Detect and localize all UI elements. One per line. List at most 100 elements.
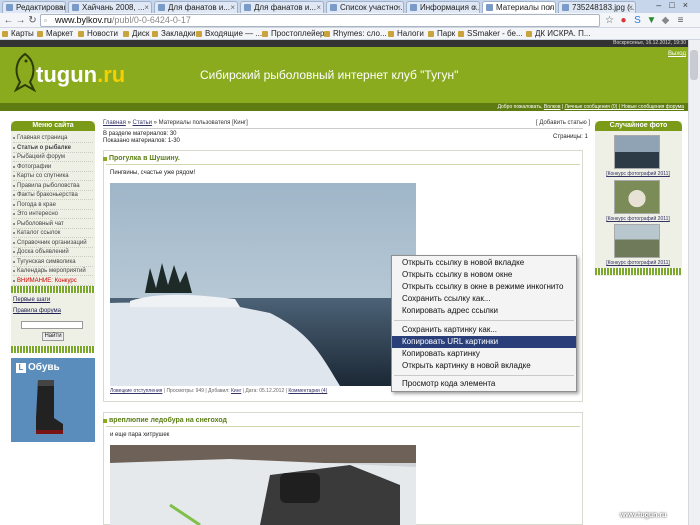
sidebar-menu-item[interactable]: Главная страница (13, 134, 93, 143)
bookmark-item[interactable]: Новости (78, 28, 118, 40)
sidebar-menu-item[interactable]: Справочник организаций (13, 239, 93, 248)
random-photo-heading: Случайное фото (595, 121, 682, 131)
forward-icon[interactable]: → (15, 15, 26, 26)
sidebar-menu-item[interactable]: ВНИМАНИЕ: Конкурс (13, 277, 93, 286)
breadcrumb-home[interactable]: Главная (103, 120, 126, 126)
browser-tab[interactable]: Хайчань 2008, ... × (68, 1, 152, 13)
ctx-open-link-incognito[interactable]: Открыть ссылку в окне в режиме инкогнито (392, 281, 576, 293)
sidebar-menu-item[interactable]: Каталог ссылок (13, 229, 93, 238)
bookmark-item[interactable]: Диск (123, 28, 149, 40)
article-title[interactable]: вреплюпие ледобура на снегоход (103, 417, 227, 424)
bookmark-item[interactable]: Налоги (388, 28, 424, 40)
page-scrollbar[interactable] (688, 40, 700, 525)
author-link[interactable]: Кинг (231, 388, 241, 394)
sidebar-menu-item[interactable]: Доска объявлений (13, 248, 93, 257)
article-photo[interactable] (110, 445, 416, 525)
photo-thumbnail[interactable] (614, 224, 660, 258)
bookmark-item[interactable]: ДК ИСКРА. П... (526, 28, 591, 40)
sidebar-menu-item[interactable]: Карты со спутника (13, 172, 93, 181)
ctx-open-image-new-tab[interactable]: Открыть картинку в новой вкладке (392, 360, 576, 372)
bookmark-item[interactable]: Закладки (152, 28, 196, 40)
reload-icon[interactable]: ↻ (27, 15, 38, 26)
browser-tab[interactable]: Для фанатов и... × (240, 1, 324, 13)
logout-link[interactable]: Выход (668, 51, 686, 57)
skype-icon[interactable]: S (632, 15, 643, 26)
bookmark-item[interactable]: Парк (428, 28, 455, 40)
browser-tab[interactable]: Список участно... × (326, 1, 404, 13)
user-link[interactable]: Волков (544, 104, 561, 110)
category-link[interactable]: Ловецкие отступления (110, 388, 162, 394)
minimize-icon[interactable]: – (656, 0, 669, 10)
sidebar-menu-item[interactable]: Это интересно (13, 210, 93, 219)
search-input[interactable] (21, 321, 83, 329)
sidebar-menu-item[interactable]: Тугунская символика (13, 258, 93, 267)
photo-thumbnail[interactable] (614, 180, 660, 214)
close-icon[interactable]: × (316, 2, 321, 13)
first-steps-link[interactable]: Первые шаги (13, 297, 50, 303)
close-icon[interactable]: × (58, 2, 63, 13)
messages-links[interactable]: Личные сообщения (0) | Новые сообщения ф… (565, 104, 684, 110)
extension-icon[interactable]: ◆ (660, 15, 671, 26)
window-close-icon[interactable]: × (683, 0, 696, 10)
forum-rules-link[interactable]: Правила форума (13, 308, 61, 314)
ctx-copy-image-url[interactable]: Копировать URL картинки (392, 336, 576, 348)
close-icon[interactable]: × (548, 2, 553, 13)
download-icon[interactable]: ▼ (646, 15, 657, 26)
site-logo[interactable]: tugun.ru (36, 62, 125, 88)
bookmark-item[interactable]: SSmaker - бе... (458, 28, 523, 40)
close-icon[interactable]: × (230, 2, 235, 13)
sidebar-menu-item[interactable]: Рыболовный чат (13, 220, 93, 229)
ctx-open-link-new-window[interactable]: Открыть ссылку в новом окне (392, 269, 576, 281)
ctx-save-image-as[interactable]: Сохранить картинку как... (392, 324, 576, 336)
bookmark-item[interactable]: Rhymes: сло... (324, 28, 387, 40)
bookmark-item[interactable]: Карты (2, 28, 34, 40)
sidebar-menu-item[interactable]: Погода в крае (13, 201, 93, 210)
comments-link[interactable]: Комментарии (4) (288, 388, 327, 394)
ctx-copy-link-address[interactable]: Копировать адрес ссылки (392, 305, 576, 317)
wrench-icon[interactable]: ≡ (675, 15, 686, 26)
browser-tab[interactable]: 735248183.jpg (... × (558, 1, 636, 13)
back-icon[interactable]: ← (3, 15, 14, 26)
close-icon[interactable]: × (628, 2, 633, 13)
sidebar-menu-item[interactable]: Правила рыболовства (13, 182, 93, 191)
sidebar-menu-item[interactable]: Рыбацкий форум (13, 153, 93, 162)
thumbnail-caption[interactable]: [Конкурс фотографий 2011] (598, 260, 678, 266)
ctx-copy-image[interactable]: Копировать картинку (392, 348, 576, 360)
current-date: Воскресенье, 16.12.2012, 19:30 (613, 40, 686, 46)
maximize-icon[interactable]: □ (669, 0, 682, 10)
scrollbar-thumb[interactable] (690, 50, 698, 80)
bookmark-item[interactable]: Входящие — ... (196, 28, 262, 40)
search-button[interactable]: Найти (42, 332, 64, 341)
photo-thumbnail[interactable] (614, 135, 660, 169)
sidebar-menu-item[interactable]: Календарь мероприятий (13, 267, 93, 276)
browser-tab-active[interactable]: Материалы пол... × (482, 1, 556, 13)
sidebar-menu-item[interactable]: Факты браконьерства (13, 191, 93, 200)
date-text: | Дата: 05.12.2012 | (241, 388, 289, 394)
article-title[interactable]: Прогулка в Шушину. (103, 155, 180, 162)
star-icon[interactable]: ☆ (604, 15, 615, 26)
close-icon[interactable]: × (144, 2, 149, 13)
thumbnail-caption[interactable]: [Конкурс фотографий 2011] (598, 171, 678, 177)
browser-tab[interactable]: Для фанатов и... × (154, 1, 238, 13)
pagination: Страницы: 1 (553, 134, 588, 140)
close-icon[interactable]: × (472, 2, 477, 13)
ctx-inspect-element[interactable]: Просмотр кода элемента (392, 378, 576, 390)
close-icon[interactable]: × (396, 2, 401, 13)
sidebar-menu-item[interactable]: Статьи о рыбалке (13, 144, 93, 153)
thumbnail-caption[interactable]: [Конкурс фотографий 2011] (598, 216, 678, 222)
bookmark-item[interactable]: Маркет (37, 28, 73, 40)
bookmark-icon (388, 31, 394, 37)
article-photo[interactable] (110, 183, 416, 386)
extension-icon[interactable]: ● (618, 15, 629, 26)
add-article-link[interactable]: [ Добавить статью ] (536, 120, 590, 126)
ctx-open-link-new-tab[interactable]: Открыть ссылку в новой вкладке (392, 257, 576, 269)
ctx-save-link-as[interactable]: Сохранить ссылку как... (392, 293, 576, 305)
logo-domain: .ru (97, 62, 126, 87)
browser-tab[interactable]: Информация о... × (406, 1, 480, 13)
browser-tab[interactable]: Редактирование× (2, 1, 66, 13)
bookmark-item[interactable]: Простоплейер (262, 28, 325, 40)
breadcrumb-section[interactable]: Статьи (133, 120, 152, 126)
sidebar-menu-item[interactable]: Фотографии (13, 163, 93, 172)
address-bar[interactable]: ▫ www.bylkov.ru/publ/0-0-6424-0-17 (40, 14, 600, 27)
grass-decoration (11, 346, 95, 353)
